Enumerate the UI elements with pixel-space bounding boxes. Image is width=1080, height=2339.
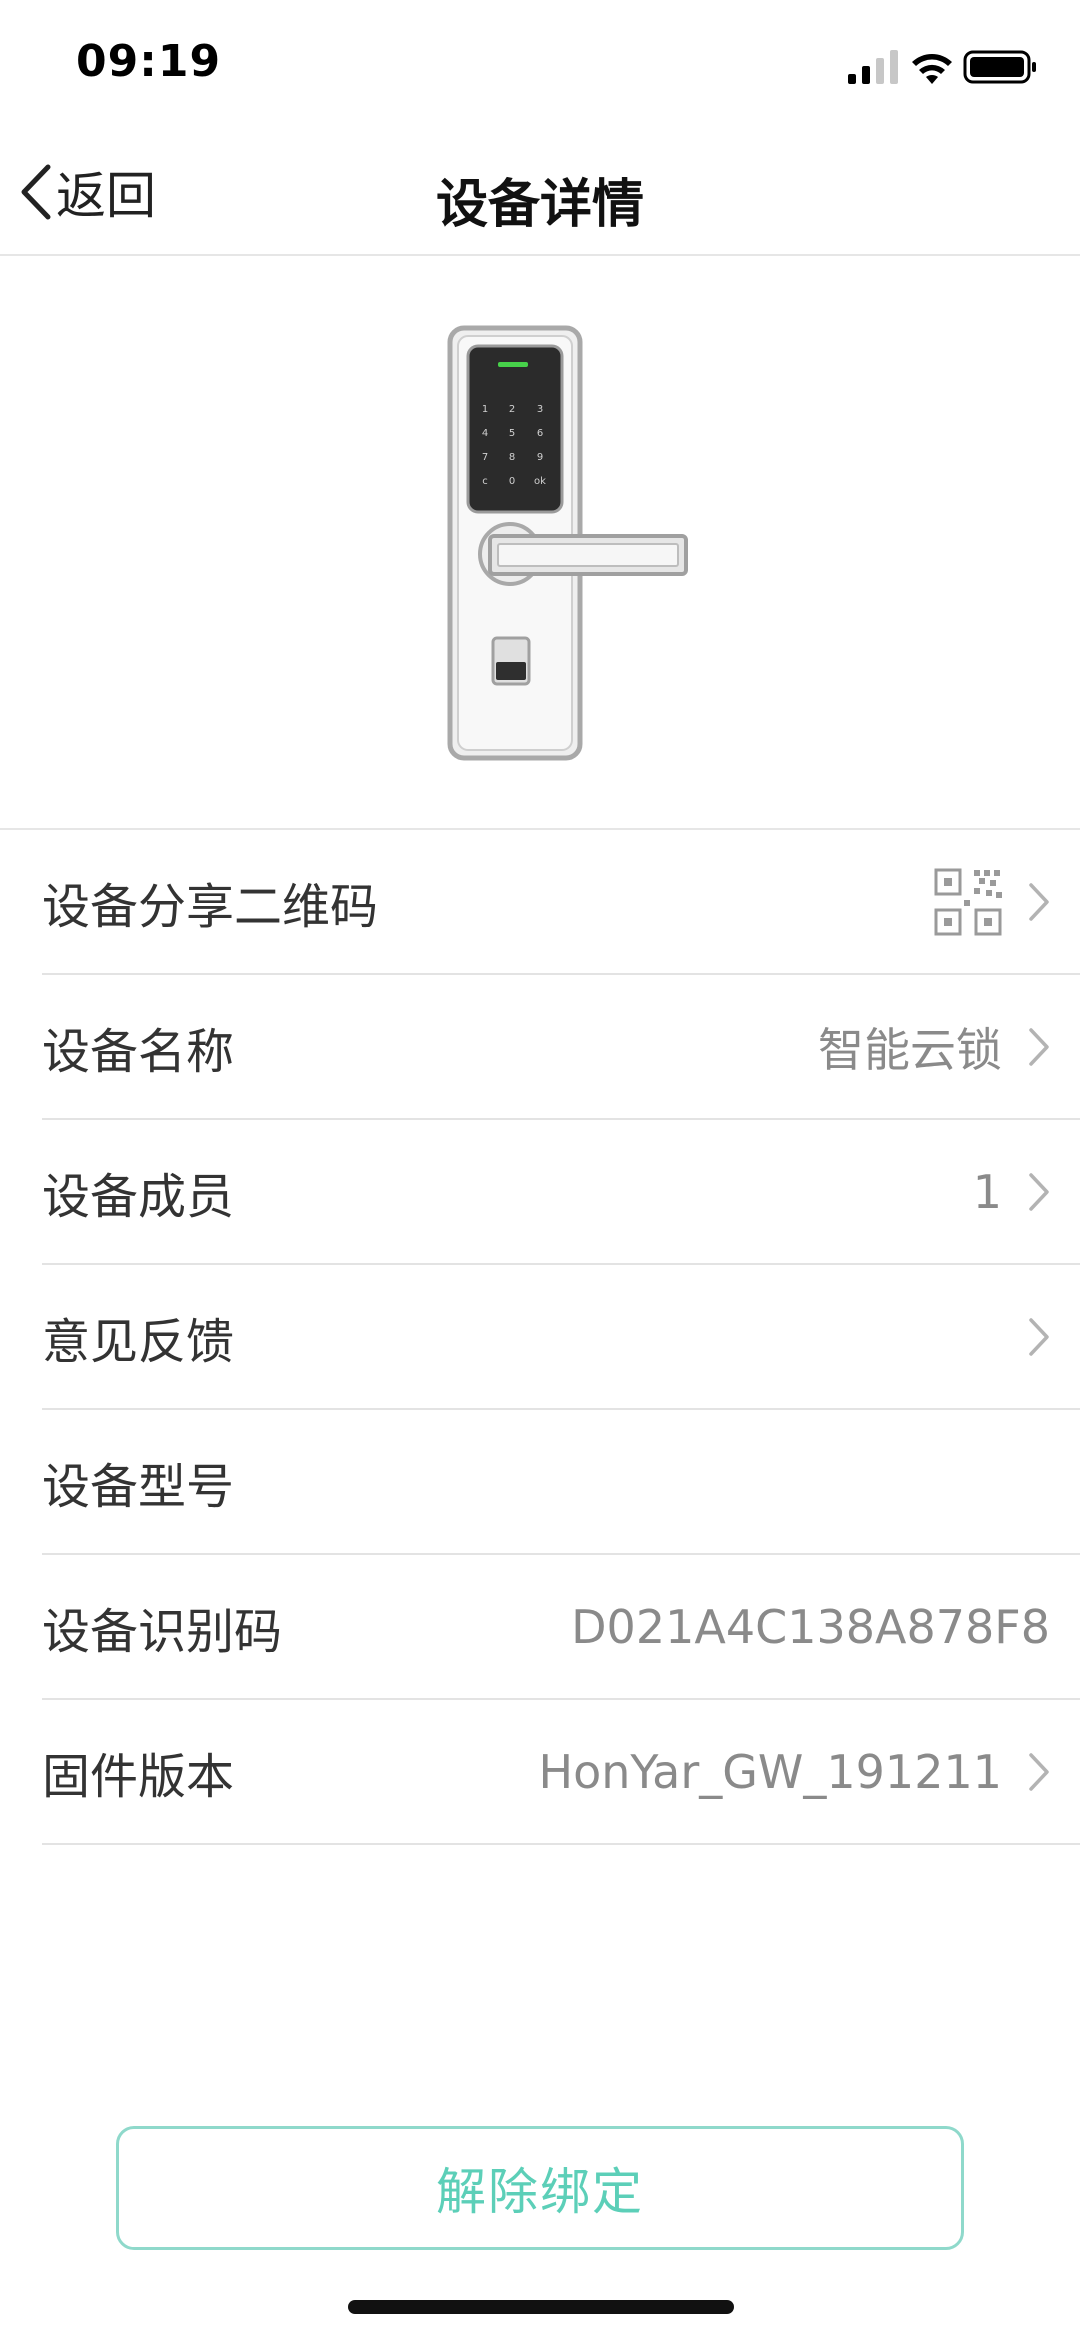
row-device-model: 设备型号 bbox=[42, 1410, 1080, 1555]
row-label: 固件版本 bbox=[42, 1748, 235, 1805]
firmware-version-value: HonYar_GW_191211 bbox=[538, 1744, 1002, 1799]
row-label: 设备名称 bbox=[42, 1023, 235, 1080]
device-name-value: 智能云锁 bbox=[818, 1022, 1002, 1077]
row-feedback[interactable]: 意见反馈 bbox=[42, 1265, 1080, 1410]
device-image-area: 1 2 3 4 5 6 7 8 9 c 0 ok bbox=[0, 256, 1080, 830]
svg-text:0: 0 bbox=[509, 476, 515, 487]
cellular-signal-icon bbox=[848, 50, 898, 84]
row-label: 意见反馈 bbox=[42, 1313, 235, 1370]
home-indicator[interactable] bbox=[348, 2300, 734, 2314]
device-id-value: D021A4C138A878F8 bbox=[571, 1599, 1050, 1654]
chevron-right-icon bbox=[1029, 882, 1049, 921]
device-members-count: 1 bbox=[972, 1164, 1002, 1219]
status-icons bbox=[842, 44, 1042, 88]
chevron-right-icon bbox=[1029, 1027, 1049, 1066]
qr-code-icon bbox=[934, 868, 1002, 935]
status-time: 09:19 bbox=[76, 36, 222, 87]
nav-bar: 返回 设备详情 bbox=[0, 130, 1080, 256]
row-label: 设备分享二维码 bbox=[42, 878, 379, 935]
chevron-right-icon bbox=[1029, 1752, 1049, 1791]
chevron-right-icon bbox=[1029, 1317, 1049, 1356]
row-device-name[interactable]: 设备名称 智能云锁 bbox=[42, 975, 1080, 1120]
row-device-id: 设备识别码 D021A4C138A878F8 bbox=[42, 1555, 1080, 1700]
row-label: 设备型号 bbox=[42, 1458, 235, 1515]
page-title: 设备详情 bbox=[435, 175, 644, 235]
svg-text:ok: ok bbox=[534, 476, 546, 487]
wifi-icon bbox=[912, 54, 952, 84]
settings-list: 设备分享二维码 设备名称 智能云锁 设备成员 1 意见反馈 设备型号 设备识别码… bbox=[0, 830, 1080, 1845]
svg-text:9: 9 bbox=[537, 452, 543, 463]
row-firmware-version[interactable]: 固件版本 HonYar_GW_191211 bbox=[42, 1700, 1080, 1845]
unbind-button[interactable]: 解除绑定 bbox=[116, 2126, 964, 2250]
row-label: 设备识别码 bbox=[42, 1603, 283, 1660]
row-device-members[interactable]: 设备成员 1 bbox=[42, 1120, 1080, 1265]
svg-text:6: 6 bbox=[537, 428, 543, 439]
svg-text:7: 7 bbox=[482, 452, 488, 463]
svg-text:c: c bbox=[482, 476, 488, 487]
chevron-right-icon bbox=[1029, 1172, 1049, 1211]
status-bar: 09:19 bbox=[0, 0, 1080, 130]
smart-lock-image: 1 2 3 4 5 6 7 8 9 c 0 ok bbox=[447, 325, 688, 761]
battery-icon bbox=[963, 50, 1036, 84]
svg-text:1: 1 bbox=[482, 404, 488, 415]
svg-text:8: 8 bbox=[509, 452, 515, 463]
svg-text:2: 2 bbox=[509, 404, 515, 415]
svg-text:5: 5 bbox=[509, 428, 515, 439]
svg-text:3: 3 bbox=[537, 404, 543, 415]
row-label: 设备成员 bbox=[42, 1168, 235, 1225]
row-share-qrcode[interactable]: 设备分享二维码 bbox=[42, 830, 1080, 975]
svg-text:4: 4 bbox=[482, 428, 488, 439]
